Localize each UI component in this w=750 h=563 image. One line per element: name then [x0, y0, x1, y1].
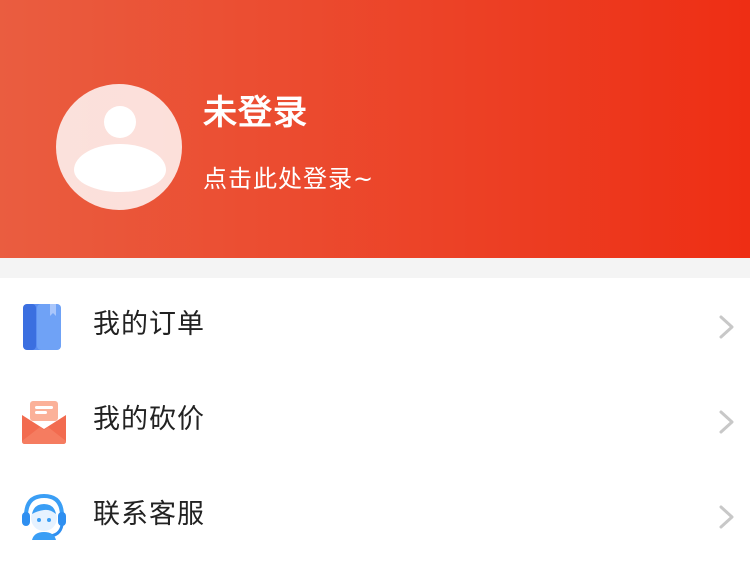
- avatar-head-shape: [104, 106, 136, 138]
- chevron-right-icon: [719, 315, 734, 339]
- section-divider: [0, 258, 750, 278]
- chevron-right-icon: [719, 410, 734, 434]
- menu-item-label: 我的砍价: [93, 404, 205, 435]
- menu-item-my-bargains[interactable]: 我的砍价: [0, 373, 750, 468]
- order-book-icon: [23, 304, 61, 350]
- profile-header[interactable]: 未登录 点击此处登录~: [0, 0, 750, 258]
- menu-item-label: 联系客服: [93, 499, 205, 530]
- chevron-right-icon: [719, 505, 734, 529]
- customer-service-headset-icon: [22, 493, 66, 540]
- login-link[interactable]: 点击此处登录~: [203, 163, 374, 195]
- user-name: 未登录: [203, 93, 308, 133]
- avatar[interactable]: [56, 84, 182, 210]
- menu-item-label: 我的订单: [93, 309, 205, 340]
- menu-item-my-orders[interactable]: 我的订单: [0, 278, 750, 373]
- menu-item-customer-service[interactable]: 联系客服: [0, 468, 750, 563]
- avatar-body-shape: [74, 144, 166, 192]
- menu-list: 我的订单 我的砍价 联系客服: [0, 278, 750, 563]
- envelope-icon: [22, 401, 66, 444]
